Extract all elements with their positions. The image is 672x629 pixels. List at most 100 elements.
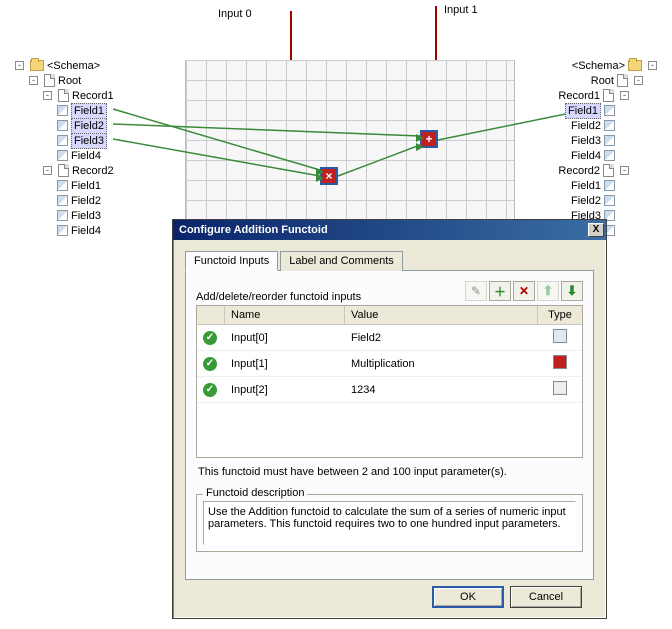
tree-node-field1[interactable]: Field1 xyxy=(71,103,107,119)
cancel-button[interactable]: Cancel xyxy=(510,586,582,608)
tree-node-root[interactable]: Root xyxy=(58,74,81,88)
tree-node-r2-field3[interactable]: Field3 xyxy=(71,209,101,223)
expander-icon[interactable]: - xyxy=(15,61,24,70)
page-icon xyxy=(603,164,614,177)
check-icon: ✓ xyxy=(203,357,217,371)
arrow-up-icon: ⬆ xyxy=(543,283,554,299)
expander-icon[interactable]: - xyxy=(648,61,657,70)
folder-icon xyxy=(628,60,642,71)
expander-icon[interactable]: - xyxy=(43,166,52,175)
field-icon xyxy=(604,120,615,131)
edit-button[interactable]: ✎ xyxy=(465,281,487,301)
tree-node-record2[interactable]: Record2 xyxy=(558,164,600,178)
configure-functoid-dialog: Configure Addition Functoid X Functoid I… xyxy=(172,219,607,619)
field-icon xyxy=(57,120,68,131)
functoid-multiplication[interactable]: × xyxy=(320,167,338,185)
tree-node-schema[interactable]: <Schema> xyxy=(47,59,100,73)
dialog-title: Configure Addition Functoid xyxy=(179,224,328,236)
multiply-icon: × xyxy=(325,169,332,183)
tree-node-field3[interactable]: Field3 xyxy=(71,133,107,149)
tab-functoid-inputs[interactable]: Functoid Inputs xyxy=(185,251,278,271)
expander-icon[interactable]: - xyxy=(634,76,643,85)
tree-node-r2-field1[interactable]: Field1 xyxy=(571,179,601,193)
field-icon xyxy=(604,105,615,116)
field-icon xyxy=(57,105,68,116)
field-icon xyxy=(57,210,68,221)
tree-node-record1[interactable]: Record1 xyxy=(72,89,114,103)
expander-icon[interactable]: - xyxy=(620,166,629,175)
field-icon xyxy=(604,150,615,161)
instructions-label: Add/delete/reorder functoid inputs xyxy=(196,291,465,303)
arrow-down-icon: ⬇ xyxy=(567,283,578,299)
description-legend: Functoid description xyxy=(203,487,307,499)
constraint-note: This functoid must have between 2 and 10… xyxy=(196,458,583,488)
page-icon xyxy=(58,164,69,177)
cell-value: 1234 xyxy=(345,380,538,400)
dialog-titlebar[interactable]: Configure Addition Functoid X xyxy=(173,220,606,240)
tree-node-field2[interactable]: Field2 xyxy=(571,119,601,133)
tree-node-root[interactable]: Root xyxy=(591,74,614,88)
field-icon xyxy=(57,195,68,206)
tree-node-field4[interactable]: Field4 xyxy=(571,149,601,163)
description-groupbox: Functoid description Use the Addition fu… xyxy=(196,494,583,552)
page-icon xyxy=(44,74,55,87)
tree-node-schema[interactable]: <Schema> xyxy=(572,59,625,73)
field-icon xyxy=(57,225,68,236)
expander-icon[interactable]: - xyxy=(43,91,52,100)
ok-button[interactable]: OK xyxy=(432,586,504,608)
mapper-canvas[interactable] xyxy=(185,60,515,230)
x-icon: ✕ xyxy=(519,284,529,298)
plus-icon: ＋ xyxy=(494,283,506,300)
type-icon xyxy=(553,355,567,369)
column-header-type[interactable]: Type xyxy=(538,306,582,324)
page-icon xyxy=(603,89,614,102)
delete-button[interactable]: ✕ xyxy=(513,281,535,301)
inputs-toolbar: ✎ ＋ ✕ ⬆ ⬇ xyxy=(465,281,583,301)
check-icon: ✓ xyxy=(203,383,217,397)
tree-node-r2-field2[interactable]: Field2 xyxy=(71,194,101,208)
column-header-name[interactable]: Name xyxy=(225,306,345,324)
add-button[interactable]: ＋ xyxy=(489,281,511,301)
check-icon: ✓ xyxy=(203,331,217,345)
close-icon: X xyxy=(593,224,600,235)
pencil-icon: ✎ xyxy=(471,284,481,298)
field-icon xyxy=(57,135,68,146)
page-icon xyxy=(58,89,69,102)
annotation-input1: Input 1 xyxy=(444,4,478,16)
page-icon xyxy=(617,74,628,87)
tree-node-r2-field1[interactable]: Field1 xyxy=(71,179,101,193)
tree-node-record2[interactable]: Record2 xyxy=(72,164,114,178)
source-schema-tree[interactable]: -<Schema> -Root -Record1 Field1 Field2 F… xyxy=(12,58,114,238)
tree-node-field4[interactable]: Field4 xyxy=(71,149,101,163)
annotation-input0: Input 0 xyxy=(218,8,252,20)
input-row[interactable]: ✓ Input[1]Multiplication xyxy=(197,351,582,377)
description-text: Use the Addition functoid to calculate t… xyxy=(203,501,576,545)
tab-label-comments[interactable]: Label and Comments xyxy=(280,251,403,271)
inputs-grid[interactable]: Name Value Type ✓Input[0]Field2✓Input[1]… xyxy=(196,305,583,458)
tree-node-record1[interactable]: Record1 xyxy=(558,89,600,103)
tree-node-field1[interactable]: Field1 xyxy=(565,103,601,119)
column-header-check[interactable] xyxy=(197,306,225,324)
destination-schema-tree[interactable]: <Schema>- Root- Record1- Field1 Field2 F… xyxy=(558,58,660,238)
cell-name: Input[2] xyxy=(225,380,345,400)
tree-node-r2-field2[interactable]: Field2 xyxy=(571,194,601,208)
expander-icon[interactable]: - xyxy=(620,91,629,100)
column-header-value[interactable]: Value xyxy=(345,306,538,324)
field-icon xyxy=(57,180,68,191)
cell-value: Multiplication xyxy=(345,354,538,374)
move-up-button[interactable]: ⬆ xyxy=(537,281,559,301)
tree-node-r2-field4[interactable]: Field4 xyxy=(71,224,101,238)
functoid-addition[interactable]: + xyxy=(420,130,438,148)
close-button[interactable]: X xyxy=(588,223,604,237)
input-row[interactable]: ✓ Input[2]1234 xyxy=(197,377,582,403)
expander-icon[interactable]: - xyxy=(29,76,38,85)
type-icon xyxy=(553,329,567,343)
type-icon xyxy=(553,381,567,395)
field-icon xyxy=(604,195,615,206)
input-row[interactable]: ✓Input[0]Field2 xyxy=(197,325,582,351)
tree-node-field3[interactable]: Field3 xyxy=(571,134,601,148)
cell-name: Input[1] xyxy=(225,354,345,374)
plus-icon: + xyxy=(425,132,432,146)
move-down-button[interactable]: ⬇ xyxy=(561,281,583,301)
tree-node-field2[interactable]: Field2 xyxy=(71,118,107,134)
